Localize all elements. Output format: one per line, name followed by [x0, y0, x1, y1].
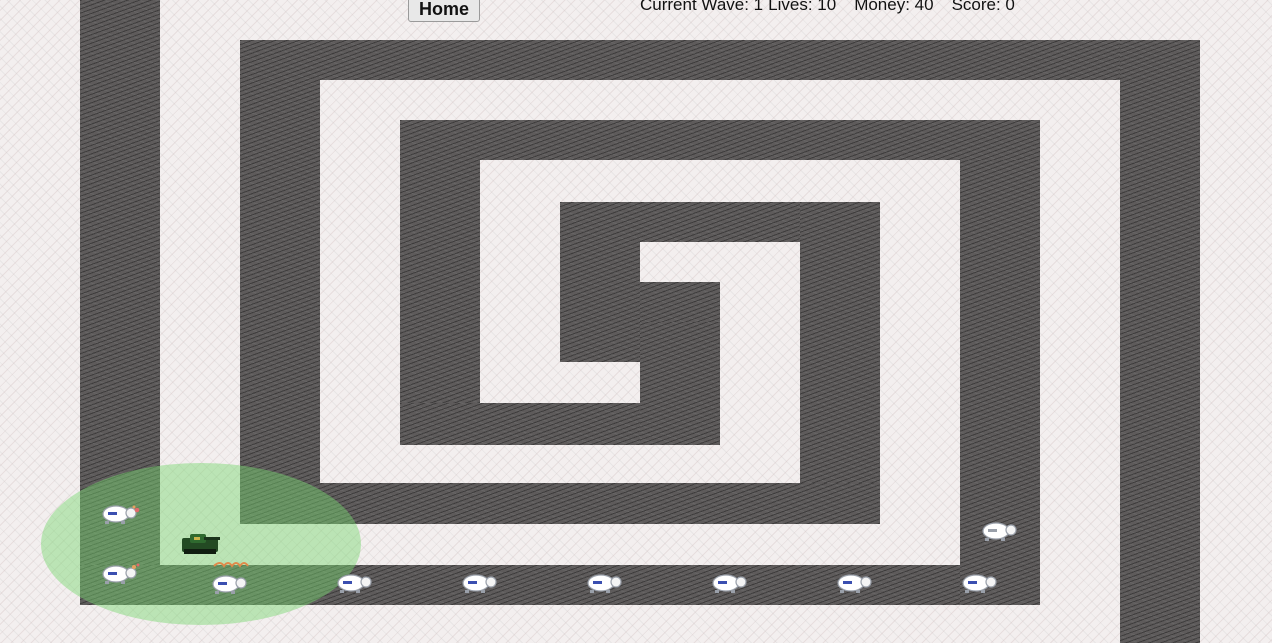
turtle-creep-icon	[962, 574, 997, 593]
money-counter: Money: 40	[854, 0, 934, 14]
turtle-creep-icon	[102, 563, 140, 584]
turtle-creep-icon	[982, 522, 1017, 541]
tank-tower-icon[interactable]	[180, 532, 222, 556]
turtle-creep-icon	[212, 562, 249, 594]
turtle-creep-icon	[102, 505, 140, 524]
home-button[interactable]: Home	[408, 0, 480, 22]
turtle-creep-icon	[337, 574, 372, 593]
turtle-creep-icon	[712, 574, 747, 593]
lives-counter: Lives: 10	[768, 0, 837, 14]
path-segment	[400, 120, 480, 445]
status-bar: Current Wave: 1 Lives: 10 Money: 40 Score: …	[640, 0, 1033, 15]
turtle-creep-icon	[587, 574, 622, 593]
turtle-creep-icon	[837, 574, 872, 593]
path-segment	[240, 40, 320, 524]
wave-counter: Current Wave: 1	[640, 0, 764, 14]
path-segment	[400, 120, 1040, 160]
path-segment	[1120, 40, 1200, 643]
path-segment	[240, 40, 1200, 80]
score-counter: Score: 0	[951, 0, 1015, 14]
turtle-creep-icon	[462, 574, 497, 593]
game-board[interactable]	[0, 0, 1272, 643]
path-segment	[800, 202, 880, 524]
